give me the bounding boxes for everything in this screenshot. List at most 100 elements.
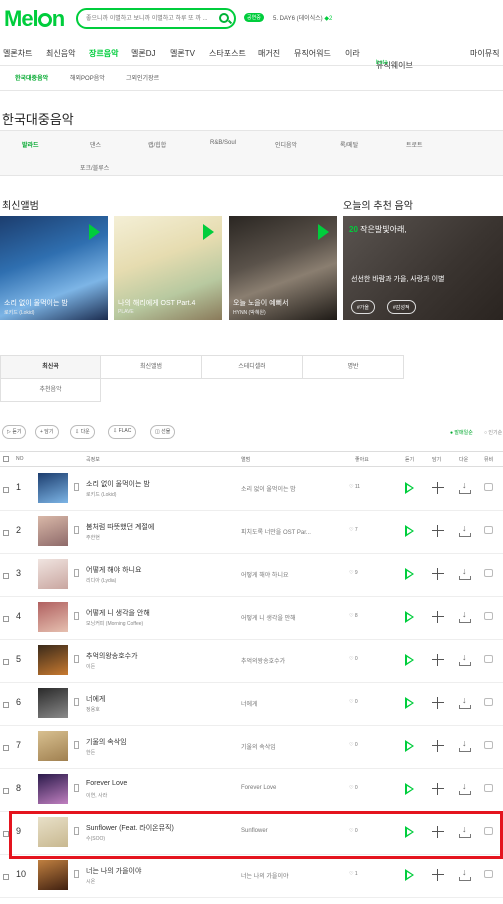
- genre-rnb[interactable]: R&B/Soul: [210, 140, 236, 146]
- song-title[interactable]: 어떻게 니 생각을 안해: [86, 608, 150, 618]
- add-icon[interactable]: [432, 697, 444, 709]
- genre-rock[interactable]: 록/메탈: [340, 140, 358, 149]
- download-icon[interactable]: ↓: [459, 825, 471, 838]
- add-icon[interactable]: [432, 525, 444, 537]
- song-title[interactable]: 어떻게 해야 하니요: [86, 565, 141, 575]
- song-info-icon[interactable]: [74, 698, 79, 706]
- song-title[interactable]: 너는 나의 가을이야: [86, 866, 141, 876]
- row-checkbox[interactable]: [3, 573, 9, 579]
- album-thumbnail[interactable]: [38, 473, 68, 503]
- music-video-icon[interactable]: [484, 784, 493, 792]
- song-info-icon[interactable]: [74, 526, 79, 534]
- song-album[interactable]: 너는 나의 가을이야: [241, 871, 289, 880]
- row-checkbox[interactable]: [3, 745, 9, 751]
- add-icon[interactable]: [432, 654, 444, 666]
- sub-nav-other[interactable]: 그외인기장르: [126, 73, 159, 82]
- song-artist[interactable]: 정용호: [86, 706, 100, 713]
- download-icon[interactable]: ↓: [459, 610, 471, 623]
- song-artist[interactable]: 수(SOO): [86, 835, 105, 842]
- song-artist[interactable]: 이연, 사라: [86, 792, 107, 799]
- listen-button[interactable]: ▷ 듣기: [2, 425, 27, 439]
- song-artist[interactable]: 시온: [86, 878, 95, 885]
- sub-nav-pop[interactable]: 해외POP음악: [70, 73, 105, 82]
- song-album[interactable]: 피치도록 너만을 OST Par...: [241, 527, 311, 536]
- genre-ballad[interactable]: 발라드: [22, 140, 39, 149]
- song-info-icon[interactable]: [74, 741, 79, 749]
- genre-indie[interactable]: 인디음악: [275, 140, 297, 149]
- music-video-icon[interactable]: [484, 483, 493, 491]
- music-video-icon[interactable]: [484, 612, 493, 620]
- song-artist[interactable]: 한든: [86, 749, 95, 756]
- song-info-icon[interactable]: [74, 483, 79, 491]
- album-thumbnail[interactable]: [38, 516, 68, 546]
- tab-masterpiece[interactable]: 명반: [302, 355, 404, 379]
- play-icon[interactable]: [89, 224, 100, 240]
- nav-magazine[interactable]: 매거진: [258, 48, 280, 59]
- download-icon[interactable]: ↓: [459, 567, 471, 580]
- play-icon[interactable]: [405, 869, 414, 881]
- nav-music-award[interactable]: 뮤직어워드: [294, 48, 331, 59]
- like-count[interactable]: ♡ 0: [349, 699, 358, 705]
- row-checkbox[interactable]: [3, 530, 9, 536]
- like-count[interactable]: ♡ 8: [349, 613, 358, 619]
- download-icon[interactable]: ↓: [459, 653, 471, 666]
- genre-trot[interactable]: 트로트: [406, 140, 423, 149]
- like-count[interactable]: ♡ 0: [349, 656, 358, 662]
- song-album[interactable]: 소리 없이 울먹이는 밤: [241, 484, 296, 493]
- recommend-tag[interactable]: #감성적: [387, 300, 416, 314]
- nav-latest-music[interactable]: 최신음악: [46, 48, 75, 59]
- play-icon[interactable]: [203, 224, 214, 240]
- album-card[interactable]: 나의 해리에게 OST Part.4 PLAVE: [114, 216, 222, 320]
- song-title[interactable]: 너에게: [86, 694, 105, 704]
- album-thumbnail[interactable]: [38, 688, 68, 718]
- music-video-icon[interactable]: [484, 569, 493, 577]
- nav-melon-dj[interactable]: 멜론DJ: [131, 48, 156, 59]
- music-video-icon[interactable]: [484, 526, 493, 534]
- song-title[interactable]: Sunflower (Feat. 라이온뮤직): [86, 823, 174, 833]
- play-icon[interactable]: [405, 482, 414, 494]
- genre-dance[interactable]: 댄스: [90, 140, 101, 149]
- nav-genre-music[interactable]: 장르음악: [89, 48, 118, 59]
- album-thumbnail[interactable]: [38, 645, 68, 675]
- add-icon[interactable]: [432, 568, 444, 580]
- song-title[interactable]: 기울의 속삭임: [86, 737, 127, 747]
- album-thumbnail[interactable]: [38, 602, 68, 632]
- like-count[interactable]: ♡ 0: [349, 742, 358, 748]
- like-count[interactable]: ♡ 0: [349, 828, 358, 834]
- song-title[interactable]: 봄처럼 따뜻했던 계절에: [86, 522, 154, 532]
- song-artist[interactable]: 모닝커피 (Morning Coffee): [86, 620, 143, 627]
- nav-my-music[interactable]: 마이뮤직: [470, 48, 499, 59]
- music-video-icon[interactable]: [484, 870, 493, 878]
- music-video-icon[interactable]: [484, 827, 493, 835]
- download-icon[interactable]: ↓: [459, 696, 471, 709]
- song-info-icon[interactable]: [74, 655, 79, 663]
- flac-button[interactable]: ⇩ FLAC: [108, 425, 137, 439]
- sort-by-date[interactable]: ● 발매일순: [450, 429, 473, 436]
- row-checkbox[interactable]: [3, 702, 9, 708]
- download-icon[interactable]: ↓: [459, 782, 471, 795]
- play-icon[interactable]: [405, 783, 414, 795]
- melon-logo[interactable]: Mel n: [4, 6, 65, 32]
- song-info-icon[interactable]: [74, 784, 79, 792]
- song-album[interactable]: 어떻게 니 생각을 안해: [241, 613, 296, 622]
- row-checkbox[interactable]: [3, 788, 9, 794]
- album-card[interactable]: 소리 없이 울먹이는 밤 로키드 (Lokid): [0, 216, 108, 320]
- sort-by-popularity[interactable]: ○ 인기순: [484, 429, 502, 436]
- song-album[interactable]: Sunflower: [241, 828, 268, 834]
- play-icon[interactable]: [405, 525, 414, 537]
- search-input[interactable]: 좋으니까 이별하고 보니까 이별하고 하루 또 까 ...: [76, 8, 236, 29]
- add-icon[interactable]: [432, 740, 444, 752]
- download-icon[interactable]: ↓: [459, 739, 471, 752]
- like-count[interactable]: ♡ 11: [349, 484, 360, 490]
- row-checkbox[interactable]: [3, 659, 9, 665]
- song-artist[interactable]: 주한현: [86, 534, 100, 541]
- music-video-icon[interactable]: [484, 655, 493, 663]
- recommend-tag[interactable]: #가을: [351, 300, 375, 314]
- tab-latest-albums[interactable]: 최신앨범: [100, 355, 202, 379]
- gift-button[interactable]: ◫ 선물: [150, 425, 176, 439]
- download-icon[interactable]: ↓: [459, 481, 471, 494]
- nav-ira[interactable]: 이라: [345, 48, 360, 59]
- album-thumbnail[interactable]: [38, 774, 68, 804]
- album-thumbnail[interactable]: [38, 731, 68, 761]
- play-icon[interactable]: [405, 826, 414, 838]
